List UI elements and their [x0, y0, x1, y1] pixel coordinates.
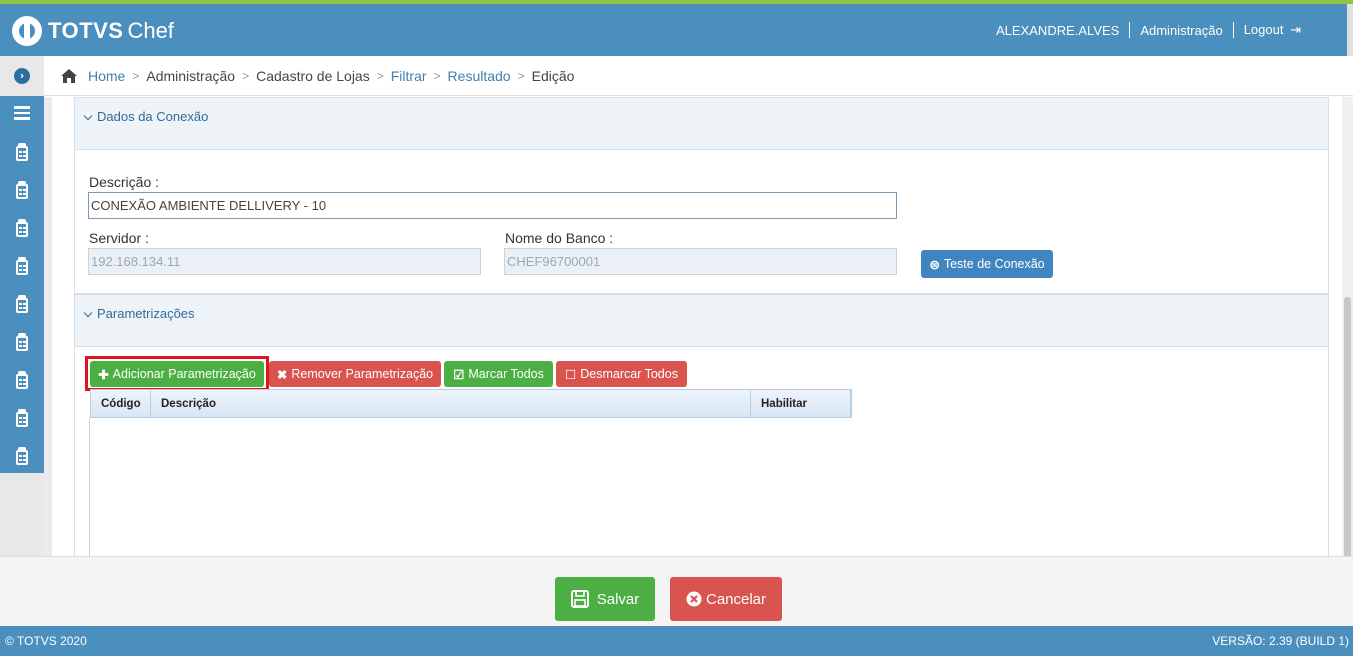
- logo-subtext: Chef: [127, 18, 174, 43]
- test-connection-button[interactable]: ⊜ Teste de Conexão: [921, 250, 1053, 278]
- sidebar-item-8[interactable]: [0, 406, 44, 430]
- building-icon: [15, 447, 29, 465]
- checkbox-checked-icon: ☑: [453, 367, 465, 382]
- check-all-label: Marcar Todos: [468, 367, 544, 381]
- totvs-chef-logo[interactable]: TOTVS Chef: [12, 16, 174, 46]
- sidebar-menu-button[interactable]: [0, 101, 44, 125]
- sidebar-item-5[interactable]: [0, 292, 44, 316]
- breadcrumb-resultado[interactable]: Resultado: [448, 68, 511, 84]
- logout-icon: ⇥: [1290, 22, 1301, 37]
- close-icon: ✖: [276, 367, 288, 382]
- description-label: Descrição :: [89, 174, 160, 190]
- save-button[interactable]: Salvar: [555, 577, 655, 621]
- totvs-logo-icon: [12, 16, 42, 46]
- database-field: CHEF96700001: [504, 248, 897, 275]
- floppy-disk-icon: [570, 590, 589, 608]
- building-icon: [15, 143, 29, 161]
- highlight-box: [85, 356, 269, 391]
- breadcrumb-cadastro-lojas: Cadastro de Lojas: [256, 68, 370, 84]
- breadcrumb-separator: >: [242, 69, 250, 83]
- column-header-codigo[interactable]: Código: [91, 390, 151, 417]
- building-icon: [15, 181, 29, 199]
- breadcrumb-separator: >: [433, 69, 441, 83]
- uncheck-all-button[interactable]: ☐ Desmarcar Todos: [556, 361, 687, 387]
- chevron-down-icon: [83, 111, 93, 121]
- plug-icon: ⊜: [929, 257, 940, 272]
- logout-link[interactable]: Logout ⇥: [1244, 22, 1301, 38]
- chevron-down-icon: [83, 308, 93, 318]
- sidebar-toggle-button[interactable]: ›: [0, 56, 44, 96]
- username-link[interactable]: ALEXANDRE.ALVES: [996, 23, 1119, 38]
- user-nav: ALEXANDRE.ALVES Administração Logout ⇥: [996, 22, 1301, 38]
- breadcrumb-edicao: Edição: [531, 68, 575, 84]
- sidebar-item-7[interactable]: [0, 368, 44, 392]
- app-header: TOTVS Chef ALEXANDRE.ALVES Administração…: [0, 4, 1353, 56]
- sidebar-item-4[interactable]: [0, 254, 44, 278]
- database-label: Nome do Banco :: [505, 230, 614, 246]
- building-icon: [15, 409, 29, 427]
- admin-link[interactable]: Administração: [1140, 23, 1222, 38]
- breadcrumb-home[interactable]: Home: [88, 68, 125, 84]
- sidebar-item-2[interactable]: [0, 178, 44, 202]
- building-icon: [15, 371, 29, 389]
- header-scroll-strip: [1347, 4, 1353, 56]
- breadcrumb-separator: >: [376, 69, 384, 83]
- remove-parametrization-label: Remover Parametrização: [291, 367, 434, 381]
- app-footer: © TOTVS 2020 VERSÃO: 2.39 (BUILD 1): [0, 626, 1353, 656]
- building-icon: [15, 295, 29, 313]
- cancel-label: Cancelar: [705, 590, 767, 608]
- parameters-panel-header[interactable]: Parametrizações: [75, 295, 1328, 347]
- server-label: Servidor :: [89, 230, 149, 246]
- breadcrumb-bar: › Home > Administração > Cadastro de Loj…: [0, 56, 1353, 96]
- building-icon: [15, 257, 29, 275]
- sidebar-item-6[interactable]: [0, 330, 44, 354]
- parameters-grid-header: Código Descrição Habilitar: [90, 389, 852, 418]
- test-connection-label: Teste de Conexão: [943, 257, 1045, 271]
- parameters-panel: Parametrizações: [74, 294, 1329, 556]
- sidebar-empty-area: [0, 473, 44, 556]
- column-header-habilitar[interactable]: Habilitar: [751, 390, 851, 417]
- remove-parametrization-button[interactable]: ✖ Remover Parametrização: [269, 361, 441, 387]
- breadcrumb-filtrar[interactable]: Filtrar: [391, 68, 427, 84]
- breadcrumb-separator: >: [517, 69, 525, 83]
- checkbox-empty-icon: ☐: [565, 367, 577, 382]
- parameters-panel-title: Parametrizações: [97, 306, 195, 321]
- nav-separator: [1232, 22, 1234, 38]
- version-text: VERSÃO: 2.39 (BUILD 1): [1212, 634, 1349, 648]
- breadcrumb-administracao: Administração: [146, 68, 236, 84]
- cancel-button[interactable]: Cancelar: [670, 577, 782, 621]
- cancel-circle-icon: [686, 591, 702, 607]
- action-bar: Salvar Cancelar: [0, 556, 1353, 626]
- building-icon: [15, 219, 29, 237]
- sidebar-item-3[interactable]: [0, 216, 44, 240]
- sidebar-item-9[interactable]: [0, 444, 44, 468]
- connection-panel-title: Dados da Conexão: [97, 109, 209, 124]
- save-label: Salvar: [596, 590, 640, 608]
- check-all-button[interactable]: ☑ Marcar Todos: [444, 361, 553, 387]
- breadcrumb: Home > Administração > Cadastro de Lojas…: [60, 56, 574, 96]
- logout-label: Logout: [1243, 22, 1284, 37]
- grid-body-border: [89, 418, 90, 556]
- page-scrollbar[interactable]: [1342, 97, 1353, 647]
- connection-panel-header[interactable]: Dados da Conexão: [75, 98, 1328, 150]
- chevron-right-icon: ›: [14, 68, 30, 84]
- hamburger-icon: [14, 106, 30, 120]
- building-icon: [15, 333, 29, 351]
- logo-text: TOTVS: [48, 18, 124, 43]
- column-header-descricao[interactable]: Descrição: [151, 390, 751, 417]
- sidebar-item-1[interactable]: [0, 140, 44, 164]
- home-icon[interactable]: [60, 68, 78, 84]
- copyright-text: © TOTVS 2020: [5, 634, 87, 648]
- uncheck-all-label: Desmarcar Todos: [580, 367, 678, 381]
- server-field: 192.168.134.11: [88, 248, 481, 275]
- description-field[interactable]: CONEXÃO AMBIENTE DELLIVERY - 10: [88, 192, 897, 219]
- breadcrumb-separator: >: [132, 69, 140, 83]
- sidebar: [0, 96, 44, 473]
- nav-separator: [1129, 22, 1131, 38]
